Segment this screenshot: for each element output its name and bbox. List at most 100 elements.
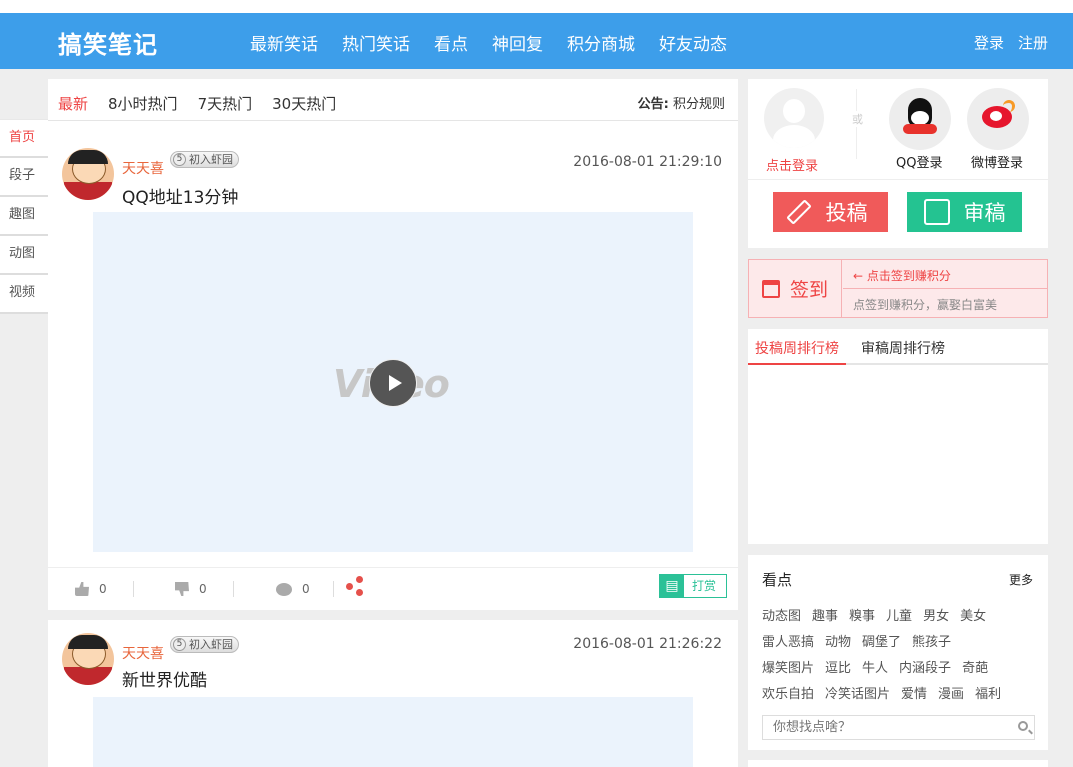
kandian-box: 看点 更多 动态图 趣事 糗事 儿童 男女 美女 雷人恶搞 动物 碉堡了 熊孩子 爆笑图片 逗比牛… [748, 555, 1048, 750]
tag-link[interactable]: 奇葩 [962, 661, 988, 676]
reward-icon: ▤ [660, 575, 684, 597]
nav-god-replies[interactable]: 神回复 [492, 30, 543, 55]
tag-link[interactable]: 趣事 [812, 609, 838, 624]
rank-tabs: 投稿周排行榜 审稿周排行榜 [748, 329, 1048, 365]
video-player[interactable]: Video [93, 212, 693, 552]
tab-7d-hot[interactable]: 7天热门 [198, 93, 253, 123]
tag-link[interactable]: 糗事 [849, 609, 875, 624]
calendar-icon [761, 279, 780, 298]
sidenav-videos[interactable]: 视频 [0, 275, 48, 314]
post-author[interactable]: 天天喜 [122, 643, 164, 663]
tab-latest[interactable]: 最新 [58, 93, 89, 123]
more-link[interactable]: 更多 [1009, 571, 1033, 588]
upvote-button[interactable]: 0 [75, 582, 107, 596]
login-link[interactable]: 登录 [974, 32, 1004, 53]
tag-link[interactable]: 漫画 [938, 687, 964, 702]
tag-link[interactable]: 牛人 [862, 661, 888, 676]
kandian-title: 看点 [762, 571, 793, 589]
post-time: 2016-08-01 21:29:10 [573, 154, 722, 170]
tab-review-rank[interactable]: 审稿周排行榜 [854, 329, 952, 365]
site-logo[interactable]: 搞笑笔记 [58, 25, 158, 60]
tag-link[interactable]: 动态图 [762, 609, 801, 624]
search-input[interactable] [763, 716, 1003, 739]
login-box: 点击登录 或 QQ登录 微博登录 投稿 审稿 [748, 79, 1048, 248]
sidenav-fun-pics[interactable]: 趣图 [0, 197, 48, 236]
main-nav: 最新笑话 热门笑话 看点 神回复 积分商城 好友动态 [250, 30, 751, 55]
nav-kandian[interactable]: 看点 [434, 30, 468, 55]
share-icon[interactable] [346, 576, 364, 596]
main-content: 最新 8小时热门 7天热门 30天热门 公告: 积分规则 天天喜 5 初入虾园 … [48, 79, 738, 767]
tag-link[interactable]: 碉堡了 [862, 635, 901, 650]
submit-button[interactable]: 投稿 [773, 192, 888, 232]
thumbs-down-icon [175, 582, 189, 596]
post-title[interactable]: QQ地址13分钟 [122, 183, 238, 208]
post-card: 天天喜 5 初入虾园 2016-08-01 21:26:22 新世界优酷 [48, 620, 738, 767]
weibo-login-icon[interactable] [967, 88, 1029, 150]
tag-link[interactable]: 爱情 [901, 687, 927, 702]
tag-link[interactable]: 雷人恶搞 [762, 635, 814, 650]
tag-list: 动态图 趣事 糗事 儿童 男女 美女 雷人恶搞 动物 碉堡了 熊孩子 爆笑图片 逗比 牛人 内涵段子奇… [762, 604, 1042, 708]
click-login-link[interactable]: 点击登录 [766, 155, 818, 174]
reward-button[interactable]: ▤ 打赏 [659, 574, 727, 598]
register-link[interactable]: 注册 [1018, 32, 1048, 53]
comment-icon [276, 582, 292, 596]
tab-submit-rank[interactable]: 投稿周排行榜 [748, 329, 846, 365]
video-player[interactable] [93, 697, 693, 767]
sidenav-home[interactable]: 首页 [0, 119, 48, 158]
level-badge: 5 初入虾园 [170, 636, 239, 653]
signin-button[interactable]: 签到 [749, 260, 842, 317]
tab-8h-hot[interactable]: 8小时热门 [108, 93, 178, 123]
qq-login-label[interactable]: QQ登录 [896, 152, 942, 171]
tag-link[interactable]: 熊孩子 [912, 635, 951, 650]
sidenav-gifs[interactable]: 动图 [0, 236, 48, 275]
tag-link[interactable]: 内涵段子 [899, 661, 951, 676]
level-title: 初入虾园 [189, 638, 233, 651]
review-button[interactable]: 审稿 [907, 192, 1022, 232]
thumbs-up-icon [75, 582, 89, 596]
level-badge: 5 初入虾园 [170, 151, 239, 168]
post-card: 天天喜 5 初入虾园 2016-08-01 21:29:10 QQ地址13分钟 … [48, 121, 738, 610]
tag-link[interactable]: 福利 [975, 687, 1001, 702]
tab-30d-hot[interactable]: 30天热门 [272, 93, 336, 123]
nav-friend-feed[interactable]: 好友动态 [659, 30, 727, 55]
level-number: 5 [173, 153, 186, 166]
weibo-login-label[interactable]: 微博登录 [971, 152, 1023, 171]
submit-label: 投稿 [825, 201, 868, 225]
avatar[interactable] [62, 633, 114, 685]
comment-count: 0 [302, 582, 310, 596]
nav-latest-jokes[interactable]: 最新笑话 [250, 30, 318, 55]
reward-label: 打赏 [692, 579, 717, 593]
post-title[interactable]: 新世界优酷 [122, 666, 207, 691]
notice-link[interactable]: 积分规则 [673, 97, 725, 112]
notice-label: 公告: [637, 97, 669, 112]
post-actions: 0 0 0 ▤ 打赏 [48, 567, 738, 610]
checklist-icon [923, 199, 950, 225]
rank-box: 投稿周排行榜 审稿周排行榜 [748, 329, 1048, 544]
nav-hot-jokes[interactable]: 热门笑话 [342, 30, 410, 55]
pencil-icon [785, 199, 812, 225]
post-time: 2016-08-01 21:26:22 [573, 636, 722, 652]
signin-label: 签到 [789, 279, 828, 301]
nav-points-mall[interactable]: 积分商城 [567, 30, 635, 55]
qq-login-icon[interactable] [889, 88, 951, 150]
signin-box: 签到 ← 点击签到赚积分 点签到赚积分，赢娶白富美 [748, 259, 1048, 318]
avatar[interactable] [62, 148, 114, 200]
tag-link[interactable]: 爆笑图片 [762, 661, 814, 676]
post-author[interactable]: 天天喜 [122, 158, 164, 178]
review-label: 审稿 [963, 201, 1006, 225]
tag-link[interactable]: 儿童 [886, 609, 912, 624]
site-header: 搞笑笔记 最新笑话 热门笑话 看点 神回复 积分商城 好友动态 登录 注册 [0, 13, 1073, 69]
tag-link[interactable]: 美女 [960, 609, 986, 624]
sidenav-jokes[interactable]: 段子 [0, 158, 48, 197]
search-icon[interactable] [1018, 721, 1028, 731]
downvote-button[interactable]: 0 [175, 582, 207, 596]
comment-button[interactable]: 0 [276, 582, 310, 596]
tag-link[interactable]: 男女 [923, 609, 949, 624]
play-icon[interactable] [369, 359, 417, 407]
tag-link[interactable]: 动物 [825, 635, 851, 650]
next-widget [748, 760, 1048, 767]
tag-link[interactable]: 欢乐自拍 [762, 687, 814, 702]
tag-link[interactable]: 逗比 [825, 661, 851, 676]
tag-link[interactable]: 冷笑话图片 [825, 687, 890, 702]
default-avatar-icon[interactable] [764, 88, 824, 148]
